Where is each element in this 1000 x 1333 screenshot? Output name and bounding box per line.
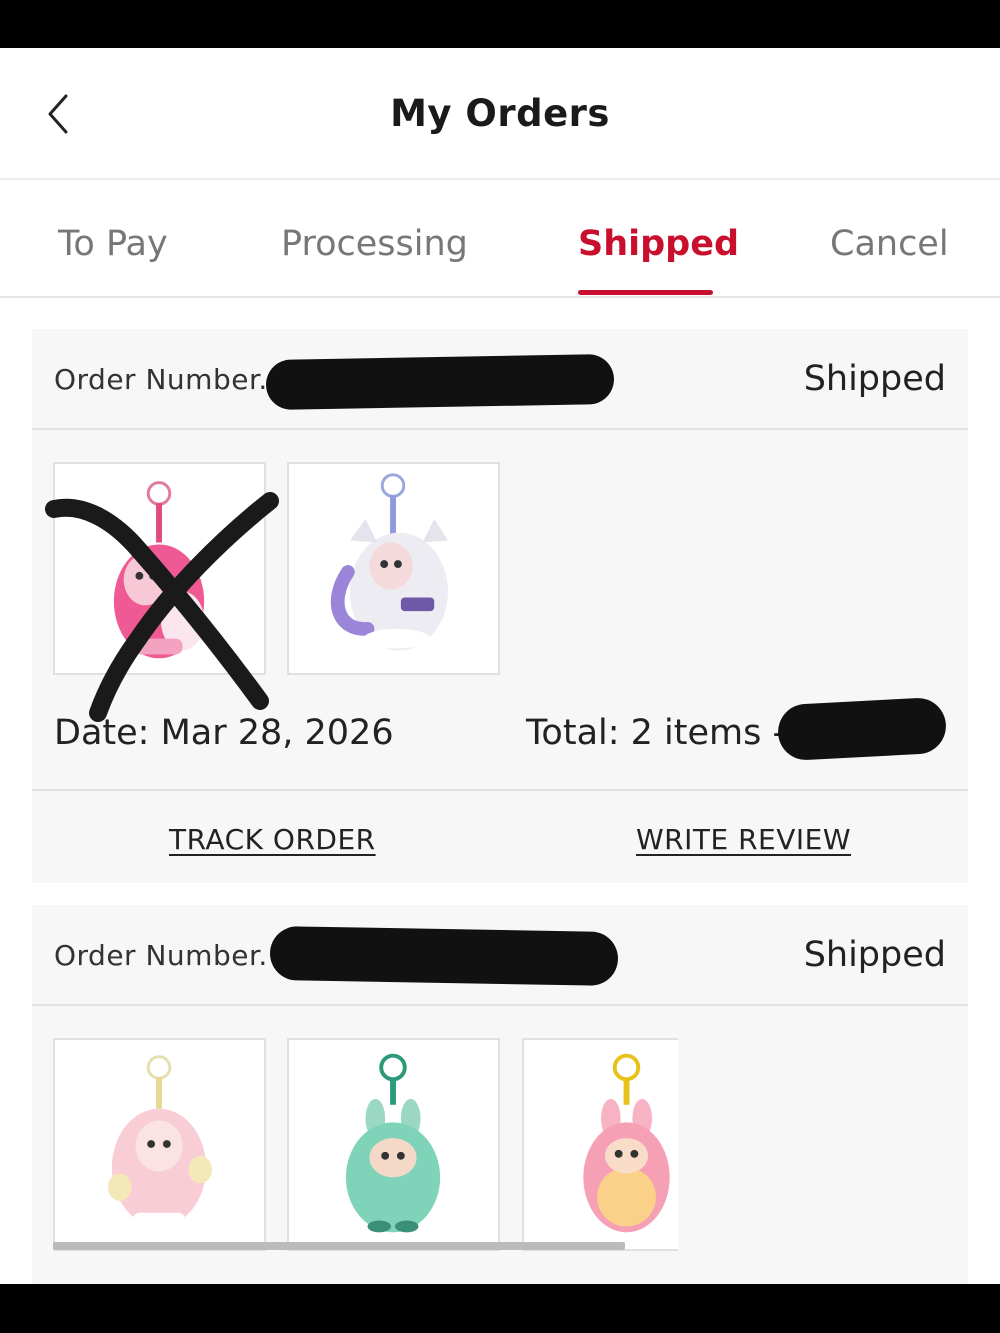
- redacted-order-number: [269, 925, 619, 987]
- redacted-order-number: [265, 353, 615, 411]
- product-thumbnail[interactable]: [53, 1038, 266, 1251]
- order-status-tabs: To Pay Processing Shipped Cancel: [0, 180, 1000, 298]
- track-order-button[interactable]: TRACK ORDER: [169, 823, 376, 856]
- tab-cancel[interactable]: Cancel: [830, 224, 949, 264]
- navigation-bar: [0, 1284, 1000, 1333]
- product-thumbnail[interactable]: [522, 1038, 678, 1251]
- order-card[interactable]: Order Number. Shipped: [32, 329, 968, 883]
- pink-bunny-doll-image: [107, 1055, 212, 1227]
- rainbow-labubu-image: [583, 1053, 670, 1233]
- page-title: My Orders: [390, 92, 610, 135]
- product-thumbnail[interactable]: [287, 1038, 500, 1251]
- app-screen: My Orders To Pay Processing Shipped Canc…: [0, 48, 1000, 1284]
- order-card[interactable]: Order Number. Shipped: [32, 905, 968, 1284]
- redacted-order-amount: [776, 696, 948, 762]
- order-total: Total: 2 items -: [526, 713, 786, 753]
- tab-to-pay[interactable]: To Pay: [58, 224, 168, 264]
- order-actions: TRACK ORDER WRITE REVIEW: [32, 789, 968, 883]
- active-tab-indicator: [578, 290, 713, 295]
- order-number-label: Order Number.: [54, 939, 268, 972]
- status-bar: [0, 0, 1000, 48]
- tab-processing[interactable]: Processing: [281, 224, 468, 264]
- order-date: Date: Mar 28, 2026: [54, 713, 394, 753]
- cross-out-mark: [45, 492, 279, 722]
- write-review-button[interactable]: WRITE REVIEW: [636, 823, 851, 856]
- order-number-label: Order Number.: [54, 363, 268, 396]
- mint-labubu-image: [345, 1053, 441, 1233]
- order-status: Shipped: [803, 935, 946, 975]
- lavender-plush-doll-image: [330, 473, 448, 651]
- order-card-header: Order Number. Shipped: [32, 905, 968, 1006]
- page-header: My Orders: [0, 50, 1000, 180]
- tab-shipped[interactable]: Shipped: [578, 224, 739, 264]
- order-card-header: Order Number. Shipped: [32, 329, 968, 430]
- horizontal-scrollbar[interactable]: [53, 1242, 625, 1250]
- product-thumbnail[interactable]: [287, 462, 500, 675]
- order-status: Shipped: [803, 359, 946, 399]
